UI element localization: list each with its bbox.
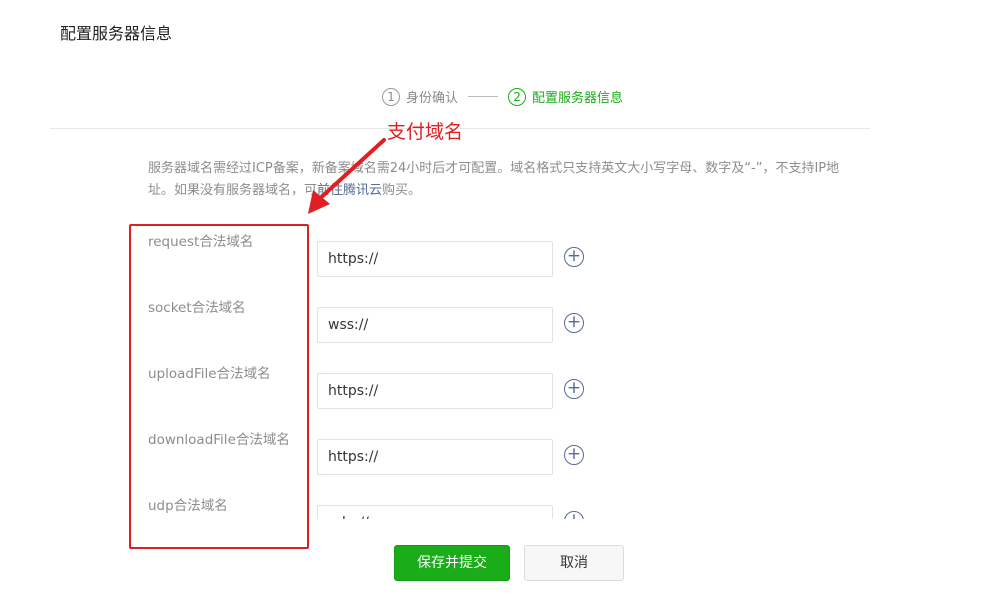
plus-circle-icon[interactable]: + xyxy=(564,247,584,267)
request-domain-input[interactable] xyxy=(317,241,553,277)
step-number-1: 1 xyxy=(382,87,400,106)
description-text: 服务器域名需经过ICP备案，新备案域名需24小时后才可配置。域名格式只支持英文大… xyxy=(148,161,840,198)
step-indicator: 1 身份确认 2 配置服务器信息 xyxy=(382,87,623,106)
cancel-button[interactable]: 取消 xyxy=(524,545,624,581)
step-number-2: 2 xyxy=(508,87,527,106)
domain-description: 服务器域名需经过ICP备案，新备案域名需24小时后才可配置。域名格式只支持英文大… xyxy=(148,158,863,202)
step-server-config: 2 配置服务器信息 xyxy=(508,87,623,106)
step-label-2: 配置服务器信息 xyxy=(532,91,624,106)
save-submit-button[interactable]: 保存并提交 xyxy=(394,545,510,581)
plus-circle-icon[interactable]: + xyxy=(564,445,584,465)
step-connector xyxy=(468,96,499,97)
download-domain-input[interactable] xyxy=(317,439,553,475)
annotation-highlight-box xyxy=(129,224,309,549)
plus-circle-icon[interactable]: + xyxy=(564,379,584,399)
step-label-1: 身份确认 xyxy=(406,91,459,106)
udp-domain-input[interactable] xyxy=(317,505,553,519)
annotation-label: 支付域名 xyxy=(387,121,464,143)
annotation-arrow-icon xyxy=(308,138,386,214)
socket-domain-input[interactable] xyxy=(317,307,553,343)
page-title: 配置服务器信息 xyxy=(60,24,173,43)
step-identity-confirm: 1 身份确认 xyxy=(382,87,458,106)
plus-circle-icon[interactable]: + xyxy=(564,511,584,519)
plus-circle-icon[interactable]: + xyxy=(564,313,584,333)
upload-domain-input[interactable] xyxy=(317,373,553,409)
